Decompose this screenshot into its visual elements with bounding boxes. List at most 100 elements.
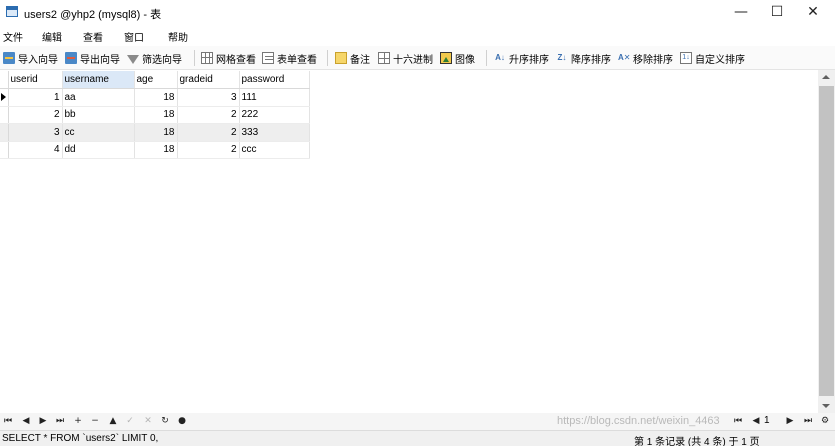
first-page-button[interactable]: ⏮ — [732, 415, 744, 428]
custom-sort-button[interactable]: 1↓ 自定义排序 — [680, 49, 745, 67]
menu-view[interactable]: 查看 — [83, 29, 103, 44]
cell-gradeid[interactable]: 2 — [177, 141, 240, 159]
export-wizard-button[interactable]: 导出向导 — [65, 49, 120, 67]
refresh-button[interactable]: ↻ — [159, 415, 171, 428]
move-up-button[interactable]: ▲ — [107, 415, 119, 428]
menu-file[interactable]: 文件 — [3, 29, 23, 44]
row-indicator[interactable] — [0, 123, 9, 142]
prev-page-button[interactable]: ◀ — [750, 415, 762, 428]
grid-view-button[interactable]: 网格查看 — [201, 49, 256, 67]
delete-record-button[interactable]: − — [89, 415, 101, 428]
form-icon — [262, 52, 274, 64]
cell-userid[interactable]: 3 — [8, 123, 63, 142]
prev-record-button[interactable]: ◀ — [20, 415, 32, 428]
menu-help[interactable]: 帮助 — [168, 29, 188, 44]
vertical-scrollbar[interactable] — [818, 70, 835, 413]
stop-button[interactable]: ● — [176, 415, 188, 428]
record-navigation-bar: ⏮ ◀ ▶ ⏭ + − ▲ ✓ ✕ ↻ ● https://blog.csdn.… — [0, 413, 835, 430]
next-record-button[interactable]: ▶ — [37, 415, 49, 428]
record-count-text: 第 1 条记录 (共 4 条) 于 1 页 — [634, 437, 760, 446]
table-row[interactable]: 4 dd 18 2 ccc — [0, 141, 310, 159]
column-header-userid[interactable]: userid — [8, 71, 63, 89]
last-page-button[interactable]: ⏭ — [802, 415, 814, 428]
cell-password[interactable]: 111 — [239, 88, 310, 107]
sort-ascending-button[interactable]: A↓ 升序排序 — [494, 49, 549, 67]
memo-label: 备注 — [350, 54, 370, 66]
table-row[interactable]: 1 aa 18 3 111 — [0, 88, 310, 107]
watermark-text: https://blog.csdn.net/weixin_4463 — [557, 415, 720, 427]
cell-age[interactable]: 18 — [134, 123, 178, 142]
image-button[interactable]: 图像 — [440, 49, 475, 67]
filter-icon — [127, 54, 139, 64]
remove-sort-label: 移除排序 — [633, 54, 673, 66]
toolbar-separator — [486, 50, 487, 66]
hex-button[interactable]: 十六进制 — [378, 49, 433, 67]
memo-icon — [335, 52, 347, 64]
cell-password[interactable]: 333 — [239, 123, 310, 142]
data-grid[interactable]: userid username age gradeid password 1 a… — [0, 70, 818, 413]
row-indicator[interactable] — [0, 141, 9, 159]
cell-userid[interactable]: 2 — [8, 106, 63, 124]
add-record-button[interactable]: + — [72, 415, 84, 428]
row-indicator[interactable] — [0, 88, 9, 107]
import-icon — [3, 52, 15, 64]
close-button[interactable]: ✕ — [795, 0, 831, 25]
header-row: userid username age gradeid password — [0, 71, 310, 89]
settings-icon[interactable]: ⚙ — [819, 415, 831, 428]
toolbar-separator — [194, 50, 195, 66]
cell-password[interactable]: ccc — [239, 141, 310, 159]
cell-userid[interactable]: 1 — [8, 88, 63, 107]
page-number[interactable]: 1 — [764, 415, 770, 426]
filter-wizard-button[interactable]: 筛选向导 — [127, 49, 182, 67]
cell-age[interactable]: 18 — [134, 141, 178, 159]
image-label: 图像 — [455, 54, 475, 66]
import-wizard-label: 导入向导 — [18, 54, 58, 66]
scrollbar-thumb[interactable] — [819, 86, 834, 396]
cell-username[interactable]: bb — [62, 106, 135, 124]
column-header-password[interactable]: password — [239, 71, 310, 89]
discard-changes-button[interactable]: ✕ — [142, 415, 154, 428]
row-indicator[interactable] — [0, 106, 9, 124]
form-view-button[interactable]: 表单查看 — [262, 49, 317, 67]
import-wizard-button[interactable]: 导入向导 — [3, 49, 58, 67]
memo-button[interactable]: 备注 — [335, 49, 370, 67]
scroll-down-arrow-icon[interactable] — [822, 404, 830, 408]
cell-gradeid[interactable]: 2 — [177, 123, 240, 142]
minimize-button[interactable]: — — [723, 0, 759, 25]
column-header-age[interactable]: age — [134, 71, 178, 89]
column-header-username[interactable]: username — [62, 71, 135, 89]
records-table: userid username age gradeid password 1 a… — [0, 71, 310, 159]
last-record-button[interactable]: ⏭ — [54, 415, 66, 428]
cell-age[interactable]: 18 — [134, 106, 178, 124]
menu-window[interactable]: 窗口 — [124, 29, 144, 44]
row-indicator-header — [0, 71, 9, 89]
export-wizard-label: 导出向导 — [80, 54, 120, 66]
column-header-gradeid[interactable]: gradeid — [177, 71, 240, 89]
filter-wizard-label: 筛选向导 — [142, 54, 182, 66]
cell-username[interactable]: cc — [62, 123, 135, 142]
table-row[interactable]: 3 cc 18 2 333 — [0, 123, 310, 142]
cell-username[interactable]: dd — [62, 141, 135, 159]
grid-view-label: 网格查看 — [216, 54, 256, 66]
hex-icon — [378, 52, 390, 64]
first-record-button[interactable]: ⏮ — [2, 415, 14, 428]
toolbar-separator — [327, 50, 328, 66]
remove-sort-button[interactable]: A✕ 移除排序 — [618, 49, 673, 67]
apply-changes-button[interactable]: ✓ — [124, 415, 136, 428]
sort-descending-button[interactable]: Z↓ 降序排序 — [556, 49, 611, 67]
scroll-up-arrow-icon[interactable] — [822, 75, 830, 79]
cell-gradeid[interactable]: 2 — [177, 106, 240, 124]
next-page-button[interactable]: ▶ — [784, 415, 796, 428]
grid-icon — [201, 52, 213, 64]
table-row[interactable]: 2 bb 18 2 222 — [0, 106, 310, 124]
cell-age[interactable]: 18 — [134, 88, 178, 107]
export-icon — [65, 52, 77, 64]
cell-gradeid[interactable]: 3 — [177, 88, 240, 107]
maximize-button[interactable]: ☐ — [759, 0, 795, 25]
menu-edit[interactable]: 编辑 — [42, 29, 62, 44]
cell-userid[interactable]: 4 — [8, 141, 63, 159]
custom-sort-icon: 1↓ — [680, 52, 692, 64]
cell-username[interactable]: aa — [62, 88, 135, 107]
cell-password[interactable]: 222 — [239, 106, 310, 124]
custom-sort-label: 自定义排序 — [695, 54, 745, 66]
